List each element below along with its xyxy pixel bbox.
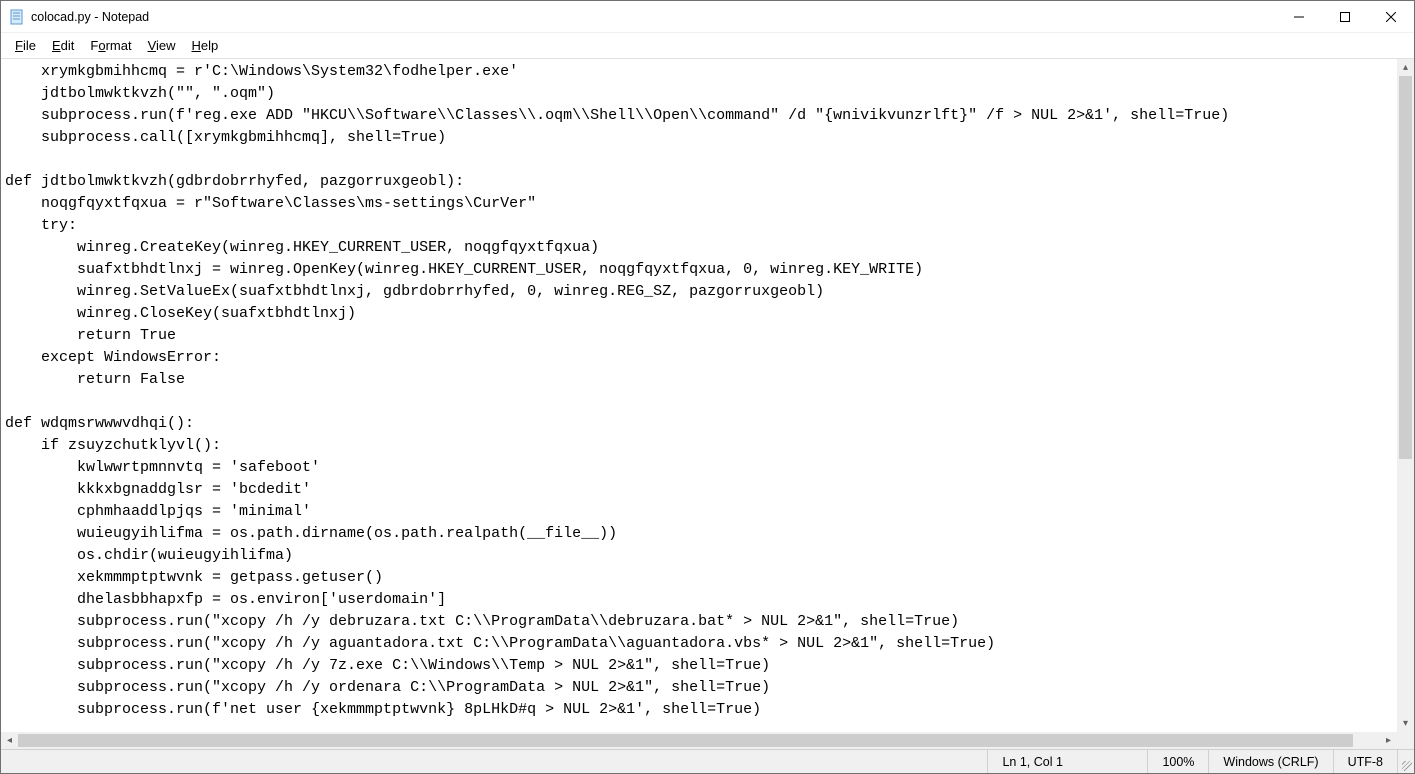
vscroll-track[interactable] (1397, 76, 1414, 715)
statusbar: Ln 1, Col 1 100% Windows (CRLF) UTF-8 (1, 749, 1414, 773)
scroll-down-arrow-icon[interactable]: ▾ (1397, 715, 1414, 732)
vertical-scrollbar[interactable]: ▴ ▾ (1397, 59, 1414, 732)
window-controls (1276, 1, 1414, 32)
scroll-corner (1397, 732, 1414, 749)
status-encoding: UTF-8 (1333, 750, 1397, 773)
resize-grip-icon[interactable] (1397, 750, 1414, 773)
hscroll-thumb[interactable] (18, 734, 1353, 747)
menu-help[interactable]: Help (184, 36, 227, 55)
minimize-button[interactable] (1276, 1, 1322, 33)
menu-format[interactable]: Format (82, 36, 139, 55)
close-button[interactable] (1368, 1, 1414, 33)
menu-view[interactable]: View (140, 36, 184, 55)
status-line-ending: Windows (CRLF) (1208, 750, 1332, 773)
titlebar: colocad.py - Notepad (1, 1, 1414, 33)
scroll-up-arrow-icon[interactable]: ▴ (1397, 59, 1414, 76)
status-zoom: 100% (1147, 750, 1208, 773)
window-title: colocad.py - Notepad (31, 10, 149, 24)
hscroll-track[interactable] (18, 732, 1380, 749)
scroll-left-arrow-icon[interactable]: ◂ (1, 732, 18, 749)
status-cursor-position: Ln 1, Col 1 (987, 750, 1147, 773)
menubar: File Edit Format View Help (1, 33, 1414, 59)
vscroll-thumb[interactable] (1399, 76, 1412, 459)
menu-file[interactable]: File (7, 36, 44, 55)
menu-edit[interactable]: Edit (44, 36, 82, 55)
maximize-button[interactable] (1322, 1, 1368, 33)
notepad-window: colocad.py - Notepad File Edit Format Vi… (0, 0, 1415, 774)
scroll-right-arrow-icon[interactable]: ▸ (1380, 732, 1397, 749)
horizontal-scrollbar[interactable]: ◂ ▸ (1, 732, 1397, 749)
notepad-icon (9, 9, 25, 25)
content-area: xrymkgbmihhcmq = r'C:\Windows\System32\f… (1, 59, 1414, 749)
text-editor[interactable]: xrymkgbmihhcmq = r'C:\Windows\System32\f… (1, 59, 1397, 732)
